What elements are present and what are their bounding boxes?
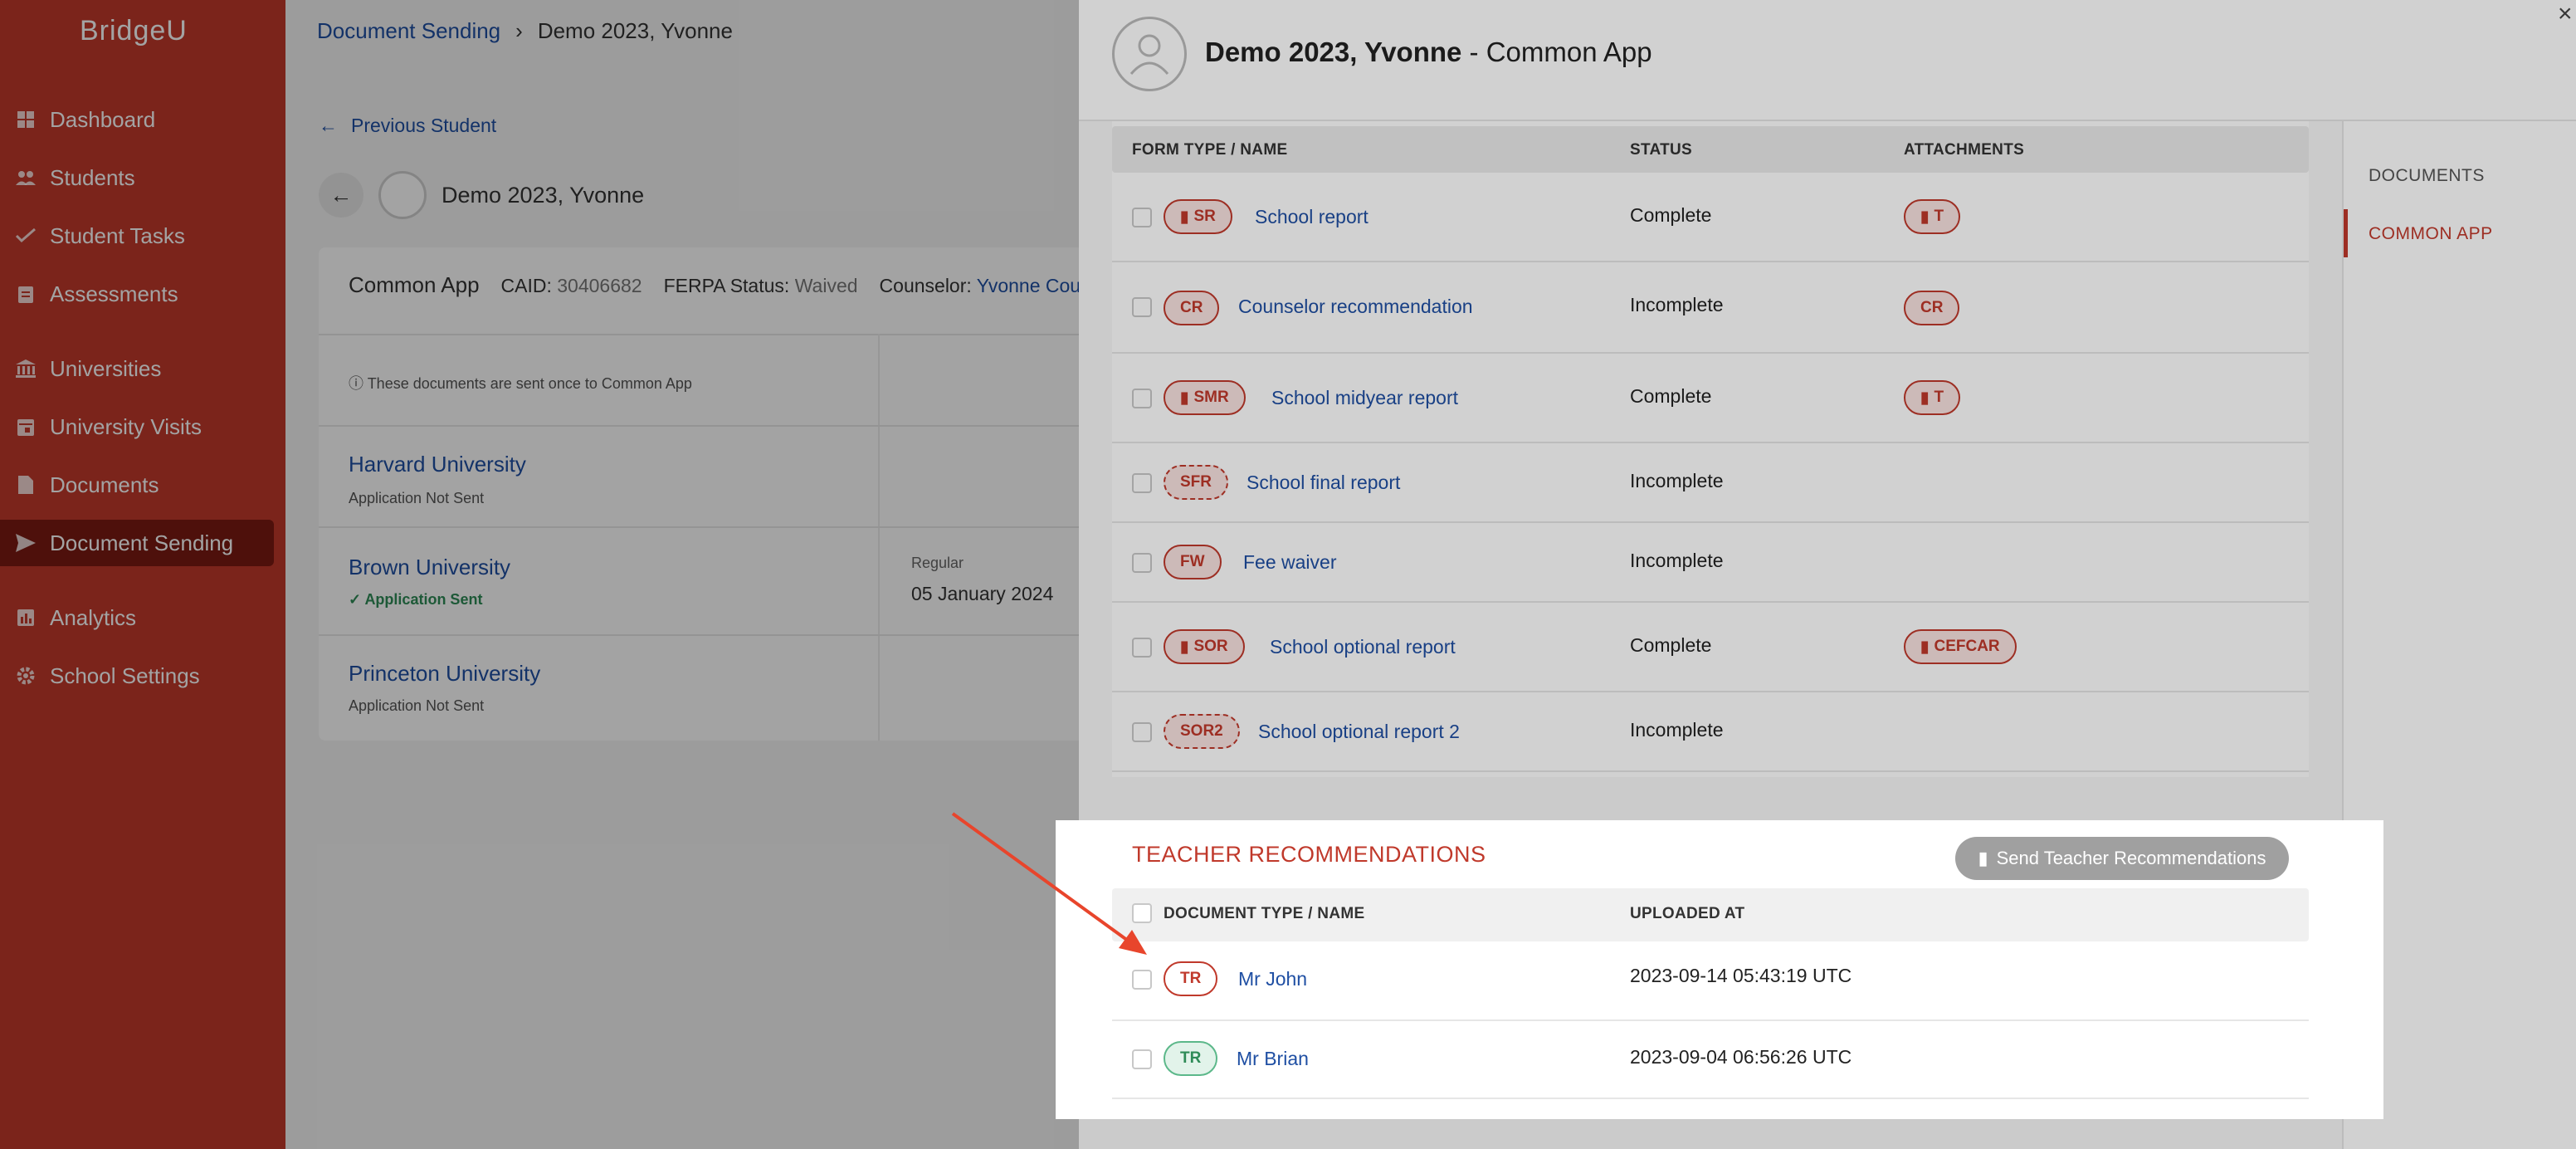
tr-badge: TR xyxy=(1164,1041,1218,1076)
teacher-link-mr-john[interactable]: Mr John xyxy=(1238,968,1307,990)
row-checkbox[interactable] xyxy=(1132,1049,1152,1069)
tr-badge: TR xyxy=(1164,961,1218,996)
divider xyxy=(1112,1098,2309,1099)
teacher-recommendations-title: TEACHER RECOMMENDATIONS xyxy=(1132,842,1486,867)
column-header-document: DOCUMENT TYPE / NAME xyxy=(1164,905,1365,922)
teacher-link-mr-brian[interactable]: Mr Brian xyxy=(1237,1048,1309,1070)
annotation-arrow-icon xyxy=(951,812,1147,955)
divider xyxy=(1112,1019,2309,1021)
row-checkbox[interactable] xyxy=(1132,970,1152,990)
uploaded-at: 2023-09-04 06:56:26 UTC xyxy=(1630,1046,1852,1068)
uploaded-at: 2023-09-14 05:43:19 UTC xyxy=(1630,965,1852,986)
send-button-label: Send Teacher Recommendations xyxy=(1996,848,2266,868)
document-icon: ▮ xyxy=(1978,848,1988,868)
send-teacher-recommendations-button[interactable]: ▮ Send Teacher Recommendations xyxy=(1955,837,2289,880)
column-header-uploaded: UPLOADED AT xyxy=(1630,905,1745,922)
